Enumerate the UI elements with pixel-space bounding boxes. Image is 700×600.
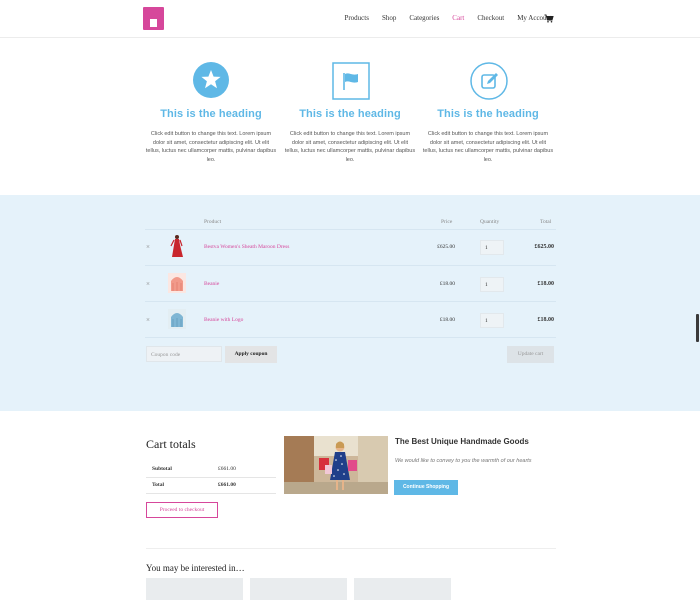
table-divider	[145, 265, 556, 266]
cart-totals-title: Cart totals	[146, 437, 196, 451]
product-thumbnail-dress[interactable]	[168, 234, 186, 258]
interested-title: You may be interested in…	[146, 563, 245, 573]
table-divider	[145, 229, 556, 230]
features-section: This is the heading Click edit button to…	[0, 38, 700, 195]
nav-item-cart[interactable]: Cart	[452, 14, 464, 22]
feature-text: Click edit button to change this text. L…	[422, 131, 554, 163]
quantity-input[interactable]: 1	[480, 240, 504, 255]
product-subtotal: £18.00	[537, 317, 555, 323]
product-name-link[interactable]: Bestva Women's Sheath Maroon Dress	[204, 244, 289, 250]
feature-3: This is the heading Click edit button to…	[420, 62, 556, 164]
related-product-card[interactable]	[250, 578, 347, 600]
quantity-input[interactable]: 1	[480, 277, 504, 292]
proceed-to-checkout-button[interactable]: Proceed to checkout	[146, 502, 218, 518]
promo-image-shopping-woman	[284, 436, 388, 494]
related-product-card[interactable]	[146, 578, 243, 600]
total-row: Total £661.00	[146, 477, 276, 494]
total-value: £661.00	[218, 482, 236, 488]
remove-item-button[interactable]: ×	[146, 280, 150, 288]
main-nav: Products Shop Categories Cart Checkout M…	[331, 14, 552, 22]
nav-item-products[interactable]: Products	[344, 14, 369, 22]
product-thumbnail-beanie[interactable]	[168, 271, 186, 295]
remove-item-button[interactable]: ×	[146, 316, 150, 324]
table-divider	[145, 301, 556, 302]
nav-item-categories[interactable]: Categories	[409, 14, 439, 22]
subtotal-value: £661.00	[218, 466, 236, 472]
feature-heading: This is the heading	[437, 108, 539, 120]
section-divider	[146, 548, 556, 549]
product-price: £18.00	[439, 317, 455, 323]
edit-icon	[470, 62, 508, 100]
apply-coupon-button[interactable]: Apply coupon	[225, 346, 277, 363]
product-price: £18.00	[439, 281, 455, 287]
nav-item-checkout[interactable]: Checkout	[477, 14, 504, 22]
col-header-product: Product	[204, 219, 222, 225]
feature-heading: This is the heading	[299, 108, 401, 120]
logo-bag-icon	[150, 19, 157, 27]
feature-1: This is the heading Click edit button to…	[143, 62, 279, 164]
feature-heading: This is the heading	[160, 108, 262, 120]
subtotal-label: Subtotal	[152, 466, 172, 472]
update-cart-button[interactable]: Update cart	[507, 346, 554, 363]
feature-text: Click edit button to change this text. L…	[284, 131, 416, 163]
table-divider	[145, 337, 556, 338]
nav-item-shop[interactable]: Shop	[382, 14, 396, 22]
feature-2: This is the heading Click edit button to…	[282, 62, 418, 164]
total-label: Total	[152, 482, 165, 488]
feature-text: Click edit button to change this text. L…	[145, 131, 277, 163]
promo-text: We would like to convey to you the warmt…	[395, 458, 532, 464]
product-subtotal: £18.00	[537, 281, 555, 287]
product-name-link[interactable]: Beanie with Logo	[204, 317, 243, 323]
product-price: £625.00	[437, 244, 455, 250]
product-subtotal: £625.00	[534, 244, 555, 250]
remove-item-button[interactable]: ×	[146, 243, 150, 251]
product-name-link[interactable]: Beanie	[204, 281, 219, 287]
continue-shopping-button[interactable]: Continue Shopping	[394, 480, 458, 495]
site-header: Products Shop Categories Cart Checkout M…	[0, 0, 700, 38]
star-icon	[193, 62, 229, 98]
shopping-cart-icon[interactable]	[544, 14, 554, 23]
scrollbar-thumb[interactable]	[696, 314, 699, 342]
promo-title: The Best Unique Handmade Goods	[395, 437, 529, 446]
site-logo[interactable]	[143, 7, 164, 30]
flag-icon	[332, 62, 370, 100]
cart-table-section	[0, 195, 700, 411]
coupon-code-input[interactable]: Coupon code	[146, 346, 222, 362]
related-product-card[interactable]	[354, 578, 451, 600]
col-header-price: Price	[441, 219, 453, 225]
col-header-total: Total	[540, 219, 552, 225]
col-header-quantity: Quantity	[480, 219, 500, 225]
quantity-input[interactable]: 1	[480, 313, 504, 328]
product-thumbnail-beanie-logo[interactable]	[168, 307, 186, 331]
subtotal-row: Subtotal £661.00	[146, 461, 276, 478]
